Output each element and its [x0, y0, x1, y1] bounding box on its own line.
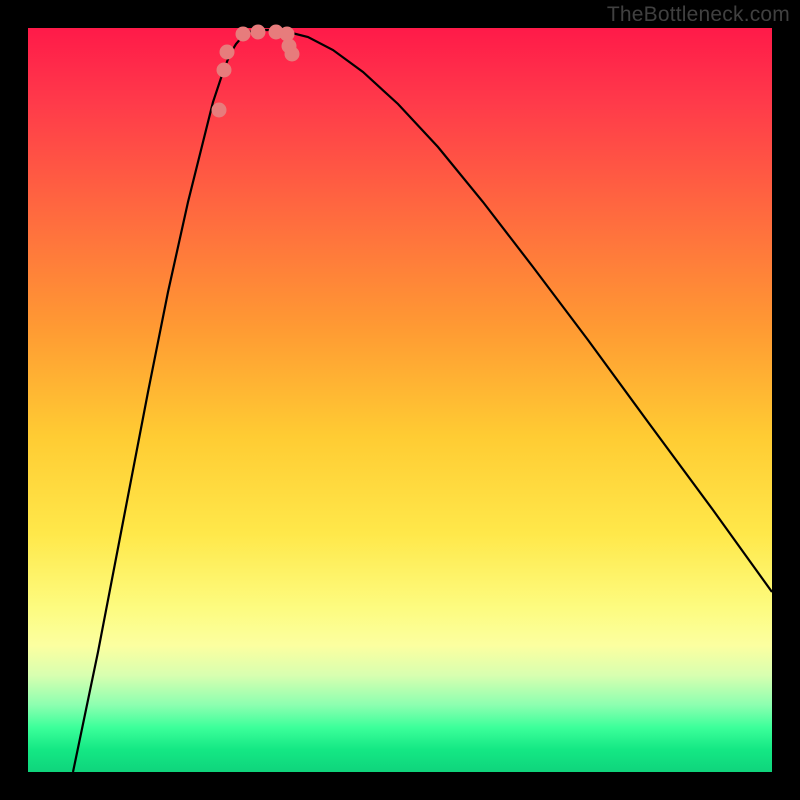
curve-marker-dot: [217, 63, 232, 78]
bottleneck-curve-svg: [28, 28, 772, 772]
curve-marker-dot: [236, 27, 251, 42]
curve-marker-dot: [251, 25, 266, 40]
curve-marker-group: [212, 25, 300, 118]
chart-plot-area: [28, 28, 772, 772]
watermark-label: TheBottleneck.com: [607, 3, 790, 27]
bottleneck-curve-path: [73, 30, 772, 772]
curve-marker-dot: [285, 47, 300, 62]
curve-marker-dot: [220, 45, 235, 60]
curve-marker-dot: [212, 103, 227, 118]
